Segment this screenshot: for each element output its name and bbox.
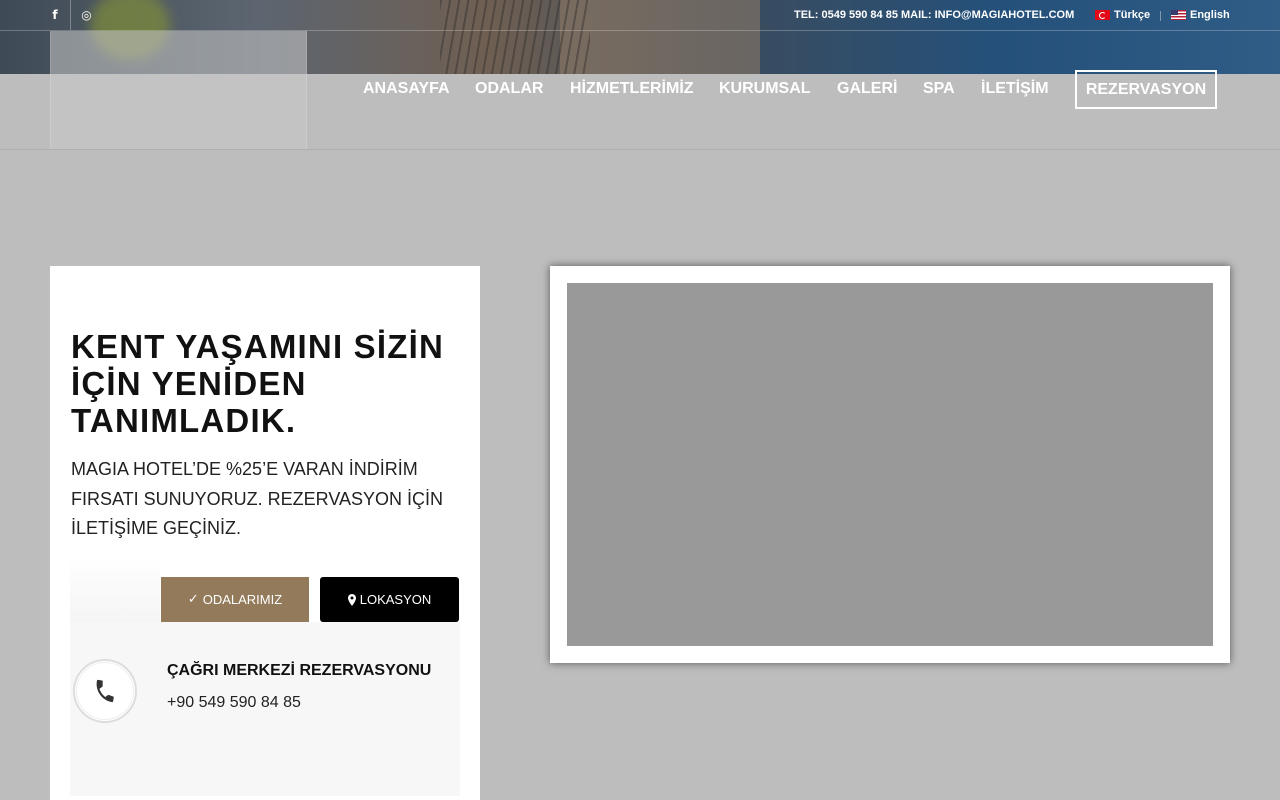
nav-item-anasayfa[interactable]: ANASAYFA xyxy=(363,80,450,98)
call-center-box: ÇAĞRI MERKEZİ REZERVASYONU +90 549 590 8… xyxy=(70,556,460,796)
language-turkish[interactable]: Türkçe xyxy=(1095,9,1150,21)
nav-item-odalar[interactable]: ODALAR xyxy=(475,80,543,98)
nav-item-iletisim[interactable]: İLETİŞİM xyxy=(981,80,1049,98)
call-center-title: ÇAĞRI MERKEZİ REZERVASYONU xyxy=(167,662,432,679)
nav-item-kurumsal[interactable]: KURUMSAL xyxy=(719,80,811,98)
instagram-link[interactable]: ◎ xyxy=(71,0,102,30)
location-button[interactable]: LOKASYON xyxy=(320,577,459,622)
video-placeholder[interactable] xyxy=(567,283,1213,646)
main-navigation: ANASAYFA ODALAR HİZMETLERİMİZ KURUMSAL G… xyxy=(0,70,1280,109)
language-divider xyxy=(1160,11,1161,21)
location-button-label: LOKASYON xyxy=(359,592,432,607)
language-english[interactable]: English xyxy=(1171,9,1230,21)
flag-us-icon xyxy=(1171,10,1186,20)
contact-info: TEL: 0549 590 84 85 MAIL: INFO@MAGIAHOTE… xyxy=(794,9,1075,21)
map-marker-icon xyxy=(347,593,356,606)
facebook-icon: f xyxy=(52,8,58,22)
instagram-icon: ◎ xyxy=(81,8,92,22)
top-bar: f ◎ TEL: 0549 590 84 85 MAIL: INFO@MAGIA… xyxy=(0,0,1280,31)
flag-tr-icon xyxy=(1095,10,1110,20)
language-label: Türkçe xyxy=(1114,9,1151,21)
nav-item-galeri[interactable]: GALERİ xyxy=(837,80,897,98)
check-icon: ✓ xyxy=(187,592,199,607)
rooms-button[interactable]: ✓ ODALARIMIZ xyxy=(161,577,309,622)
call-center-phone[interactable]: +90 549 590 84 85 xyxy=(167,694,301,712)
promo-card: KENT YAŞAMINI SİZİN İÇİN YENİDEN TANIMLA… xyxy=(50,266,480,800)
social-links: f ◎ xyxy=(40,0,102,30)
phone-icon xyxy=(96,679,114,703)
nav-item-hizmetlerimiz[interactable]: HİZMETLERİMİZ xyxy=(570,80,694,98)
nav-item-spa[interactable]: SPA xyxy=(923,80,955,98)
facebook-link[interactable]: f xyxy=(40,0,71,30)
hero-heading: KENT YAŞAMINI SİZİN İÇİN YENİDEN TANIMLA… xyxy=(71,328,445,439)
reservation-button[interactable]: REZERVASYON xyxy=(1075,70,1217,109)
phone-badge xyxy=(73,659,137,723)
hero-text: MAGIA HOTEL’DE %25’E VARAN İNDİRİM FIRSA… xyxy=(71,459,444,538)
language-label: English xyxy=(1190,9,1230,21)
media-frame xyxy=(550,266,1230,663)
rooms-button-label: ODALARIMIZ xyxy=(202,592,283,607)
